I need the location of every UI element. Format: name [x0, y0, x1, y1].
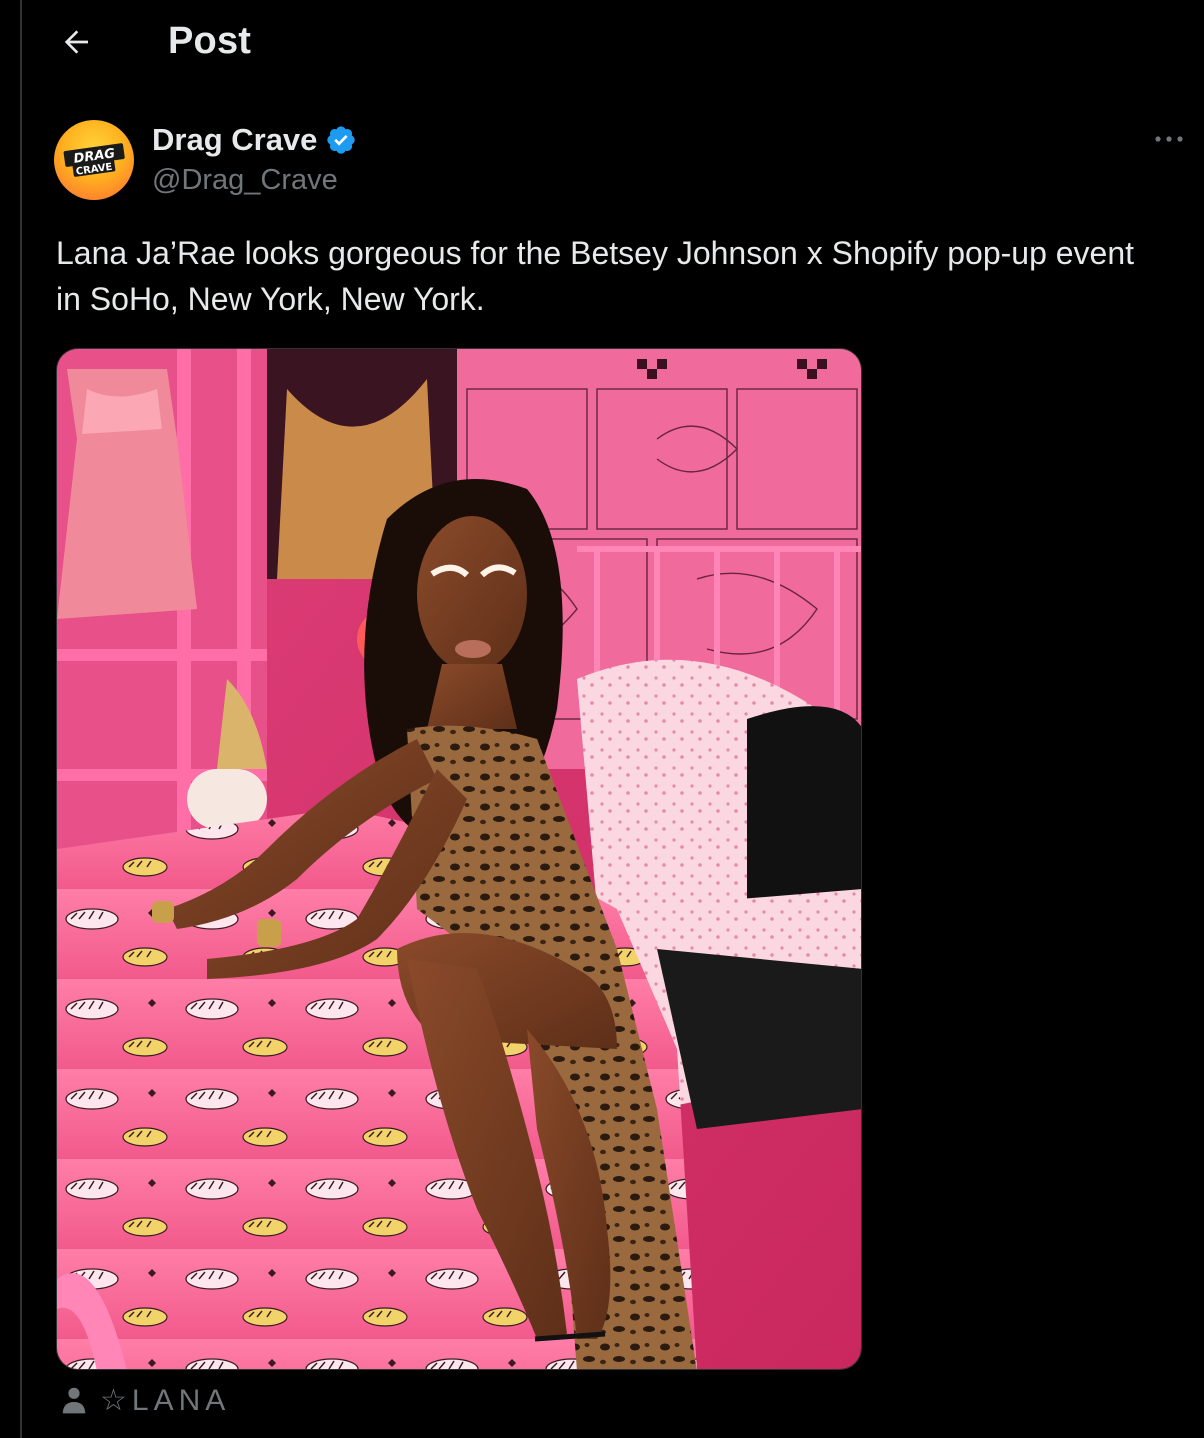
- person-icon: [62, 1387, 86, 1414]
- tagged-people[interactable]: ☆LANA: [58, 1380, 230, 1420]
- post-header: Post: [22, 0, 1204, 86]
- back-button[interactable]: [56, 22, 96, 62]
- tagged-user-label: ☆LANA: [100, 1383, 231, 1417]
- more-options-button[interactable]: [1152, 126, 1186, 152]
- post-page: Post DRAG CRAVE Drag Crave @Drag_Crave L…: [0, 0, 1204, 1438]
- author-display-name: Drag Crave: [152, 122, 318, 157]
- page-title: Post: [168, 20, 252, 62]
- column-divider: [20, 0, 22, 1438]
- drag-crave-logo: DRAG CRAVE: [63, 143, 125, 178]
- author-handle[interactable]: @Drag_Crave: [152, 164, 338, 197]
- arrow-left-icon: [64, 30, 88, 54]
- post-photo[interactable]: [56, 348, 862, 1370]
- avatar[interactable]: DRAG CRAVE: [54, 120, 134, 200]
- verified-badge-icon: [327, 126, 356, 154]
- post-text: Lana Ja’Rae looks gorgeous for the Betse…: [56, 235, 1135, 317]
- more-horizontal-icon: [1155, 136, 1183, 142]
- photo-icon: [57, 349, 861, 1369]
- author-name[interactable]: Drag Crave: [152, 122, 357, 158]
